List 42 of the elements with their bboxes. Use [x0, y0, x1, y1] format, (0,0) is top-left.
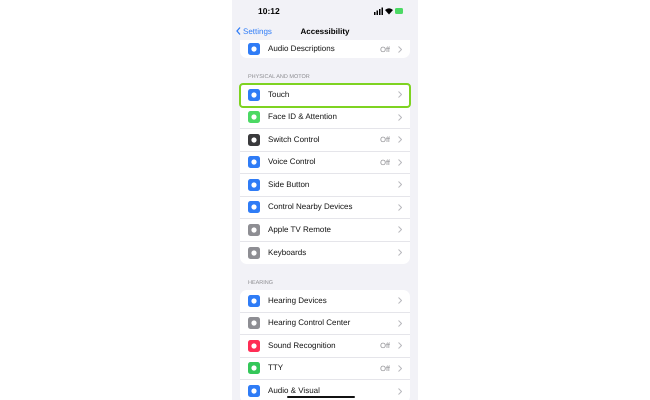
row-label: Switch Control	[268, 136, 320, 144]
row-label: Apple TV Remote	[268, 226, 331, 234]
home-indicator	[287, 396, 355, 398]
row-label: Control Nearby Devices	[268, 203, 352, 212]
row-label: Audio & Visual	[268, 387, 320, 396]
chevron-icon	[398, 91, 402, 98]
chevron-icon	[398, 364, 402, 372]
chevron-icon	[398, 204, 402, 211]
row-label: TTY	[268, 364, 284, 372]
chevron-icon	[398, 181, 402, 188]
row-label: Face ID & Attention	[268, 113, 337, 122]
settings-row[interactable]: Touch	[240, 84, 410, 106]
row-label: Voice Control	[268, 158, 316, 166]
row-label: Hearing Devices	[268, 296, 327, 305]
status-time: 10:12	[258, 6, 280, 16]
chevron-icon	[398, 249, 402, 256]
settings-row[interactable]: Side Button	[240, 174, 410, 196]
screen-title: Accessibility	[300, 26, 350, 36]
chevron-icon	[398, 226, 402, 234]
row-label: Keyboards	[268, 248, 306, 257]
chevron-icon	[398, 297, 402, 304]
row-label: Touch	[268, 90, 290, 99]
settings-row[interactable]: Keyboards	[240, 242, 410, 264]
chevron-icon	[398, 158, 402, 166]
back-chevron-icon	[236, 27, 241, 35]
chevron-icon	[398, 114, 402, 121]
chevron-icon	[398, 46, 402, 52]
settings-row[interactable]: Apple TV Remote	[240, 219, 410, 242]
settings-row[interactable]: Hearing Control Center	[240, 312, 410, 335]
row-label: Sound Recognition	[268, 342, 336, 350]
settings-row[interactable]: Face ID & Attention	[240, 106, 410, 129]
back-button[interactable]: Settings	[236, 26, 272, 36]
chevron-icon	[398, 320, 402, 327]
chevron-icon	[398, 342, 402, 350]
status-icons	[374, 7, 404, 15]
chevron-icon	[398, 388, 402, 395]
row-label: Audio Descriptions	[268, 45, 335, 53]
row-label: Hearing Control Center	[268, 319, 350, 328]
settings-row[interactable]: Hearing Devices	[240, 290, 410, 312]
settings-row[interactable]: Control Nearby Devices	[240, 196, 410, 219]
row-label: Side Button	[268, 180, 310, 189]
chevron-icon	[398, 136, 402, 144]
